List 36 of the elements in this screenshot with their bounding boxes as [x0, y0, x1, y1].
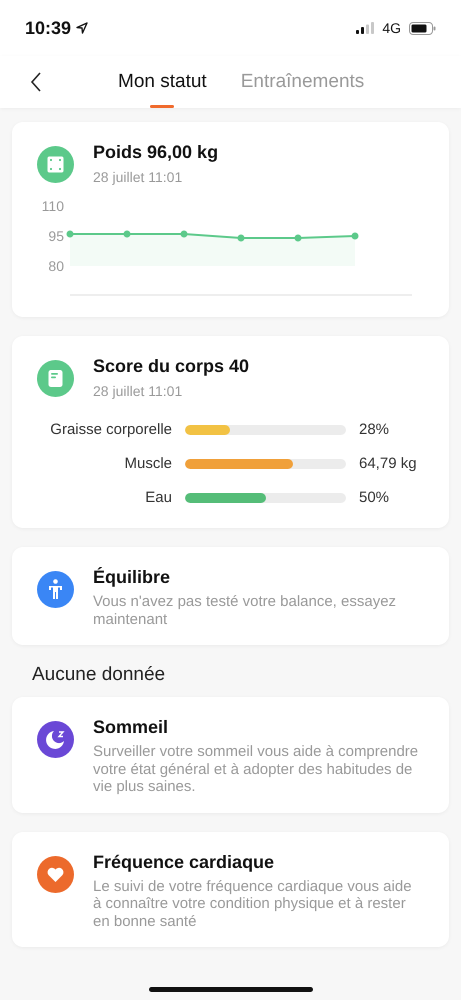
card-title: Équilibre	[93, 567, 172, 588]
metric-label: Graisse corporelle	[49, 421, 172, 438]
card-background[interactable]: Fréquence cardiaque Le suivi de votre fréquence cardiaque vous aide à connaître votre condition physique et à rester en bonne santé	[12, 832, 449, 947]
metric-value: 50%	[359, 489, 390, 506]
card-date: 28 juillet 11:01	[93, 169, 184, 185]
metric-value: 28%	[359, 421, 390, 438]
network-label: 4G	[382, 20, 401, 36]
clock: 10:39	[25, 18, 72, 38]
data-point	[66, 230, 74, 238]
card-title: Poids 96,00 kg	[93, 142, 218, 163]
data-point	[180, 230, 188, 238]
metric-value: 64,79 kg	[359, 455, 417, 472]
axis-tick-label: 80	[48, 258, 64, 274]
card-title: Fréquence cardiaque	[93, 852, 276, 872]
card-description: Vous n'avez pas testé votre balance, essayez maintenant	[93, 593, 398, 628]
tab[interactable]: Mon statut	[106, 59, 219, 105]
card-description: Surveiller votre sommeil vous aide à comprendre votre état général et à adopter des habitudes de vie plus saines.	[93, 743, 420, 796]
axis-tick-label: 95	[48, 228, 64, 244]
data-point	[124, 230, 130, 238]
data-point	[352, 232, 358, 240]
location-arrow-icon	[76, 22, 88, 34]
metric-label: Eau	[144, 489, 172, 506]
battery-icon	[409, 22, 436, 34]
section-title: Aucune donnée	[31, 664, 166, 686]
card-background[interactable]: Équilibre Vous n'avez pas testé votre balance, essayez maintenant	[12, 547, 449, 645]
data-point	[294, 234, 302, 242]
card-background[interactable]: Sommeil Surveiller votre sommeil vous aide à comprendre votre état général et à adopter des habitudes de vie plus saines.	[12, 697, 449, 812]
metric-label: Muscle	[123, 455, 172, 472]
axis-tick-label: 110	[42, 198, 64, 214]
card-date: 28 juillet 11:01	[93, 383, 184, 399]
card-title: Sommeil	[93, 717, 170, 738]
card-title: Score du corps 40	[93, 356, 250, 377]
signal-icon	[356, 22, 374, 34]
back-icon[interactable]	[30, 71, 42, 93]
card-description: Le suivi de votre fréquence cardiaque vous aide à connaître votre condition physique et à rester en bonne santé	[93, 878, 413, 930]
data-point	[238, 234, 244, 242]
